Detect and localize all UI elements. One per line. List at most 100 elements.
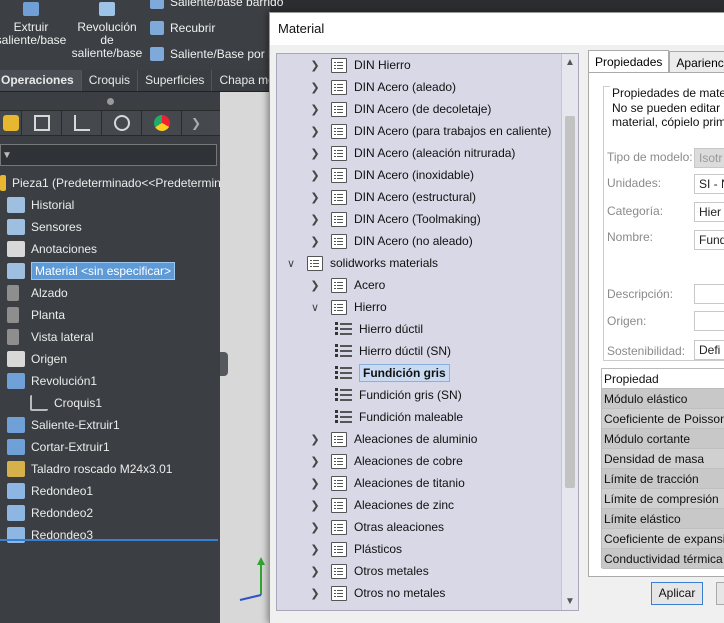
material-category-node[interactable]: ❯ DIN Acero (Toolmaking): [309, 208, 481, 230]
tree-root-part[interactable]: Pieza1 (Predeterminado<<Predetermin: [0, 172, 221, 194]
material-category-node[interactable]: ❯ Acero: [309, 274, 385, 296]
material-category-node[interactable]: ❯ Aleaciones de zinc: [309, 494, 454, 516]
feature-tree-item[interactable]: Alzado: [0, 282, 220, 304]
tree-scrollbar[interactable]: ▲ ▼: [561, 54, 578, 610]
feature-tree-item[interactable]: Anotaciones: [0, 238, 220, 260]
chevron-right-icon[interactable]: ❯: [309, 81, 321, 94]
material-category-node[interactable]: ∨ Hierro: [309, 296, 387, 318]
chevron-right-icon[interactable]: ❯: [309, 191, 321, 204]
material-category-node[interactable]: ❯ DIN Acero (estructural): [309, 186, 476, 208]
material-category-node[interactable]: ❯ Otras aleaciones: [309, 516, 444, 538]
panel-grip[interactable]: [0, 92, 220, 110]
material-node[interactable]: Fundición gris (SN): [335, 384, 462, 406]
chevron-right-icon[interactable]: ❯: [309, 521, 321, 534]
property-table-row[interactable]: Módulo elástico: [602, 389, 724, 409]
material-category-node[interactable]: ❯ DIN Acero (no aleado): [309, 230, 473, 252]
chevron-right-icon[interactable]: ❯: [309, 147, 321, 160]
description-field[interactable]: [694, 284, 724, 304]
chevron-down-icon[interactable]: ∨: [285, 257, 297, 270]
chevron-right-icon[interactable]: ❯: [309, 477, 321, 490]
chevron-right-icon[interactable]: ❯: [309, 565, 321, 578]
feature-tree-item[interactable]: Historial: [0, 194, 220, 216]
tab-properties[interactable]: Propiedades: [588, 50, 670, 73]
material-category-node[interactable]: ❯ DIN Acero (de decoletaje): [309, 98, 491, 120]
scrollbar-thumb[interactable]: [565, 116, 575, 488]
feature-tree-item[interactable]: Sensores: [0, 216, 220, 238]
configuration-manager-tab[interactable]: [62, 111, 102, 135]
material-category-node[interactable]: ❯ DIN Hierro: [309, 54, 411, 76]
chevron-right-icon[interactable]: ❯: [309, 455, 321, 468]
feature-tree-item[interactable]: Cortar-Extruir1: [0, 436, 220, 458]
chevron-right-icon[interactable]: ❯: [309, 499, 321, 512]
tab-appearance[interactable]: Aparienci: [669, 51, 724, 73]
property-table-row[interactable]: Densidad de masa: [602, 449, 724, 469]
sweep-boss-button[interactable]: Saliente/base barrido: [150, 0, 283, 9]
material-node[interactable]: Fundición maleable: [335, 406, 463, 428]
material-category-node[interactable]: ❯ Aleaciones de aluminio: [309, 428, 477, 450]
material-node[interactable]: Fundición gris: [335, 362, 450, 384]
revolve-boss-button[interactable]: Revolución de saliente/base: [70, 2, 144, 60]
feature-tree-item[interactable]: Material <sin especificar>: [0, 260, 220, 282]
chevron-right-icon[interactable]: ❯: [309, 125, 321, 138]
extrude-boss-button[interactable]: Extruir saliente/base: [0, 2, 68, 47]
scroll-down-icon[interactable]: ▼: [562, 593, 578, 610]
property-table-row[interactable]: Módulo cortante: [602, 429, 724, 449]
feature-tree-item[interactable]: Redondeo3: [0, 524, 220, 546]
property-table-row[interactable]: Límite de compresión: [602, 489, 724, 509]
material-category-node[interactable]: ∨ solidworks materials: [285, 252, 438, 274]
loft-button[interactable]: Recubrir: [150, 21, 215, 35]
sustainability-field[interactable]: Defi: [694, 340, 724, 360]
property-table-row[interactable]: Coeficiente de Poisson: [602, 409, 724, 429]
chevron-down-icon[interactable]: ∨: [309, 301, 321, 314]
origin-field[interactable]: [694, 311, 724, 331]
name-field[interactable]: Fund: [694, 230, 724, 250]
feature-tree-item[interactable]: Croquis1: [0, 392, 220, 414]
chevron-right-icon[interactable]: ❯: [309, 169, 321, 182]
chevron-right-icon[interactable]: ❯: [309, 433, 321, 446]
apply-button[interactable]: Aplicar: [651, 582, 703, 605]
material-category-node[interactable]: ❯ DIN Acero (para trabajos en caliente): [309, 120, 551, 142]
chevron-right-icon[interactable]: ❯: [309, 59, 321, 72]
feature-tree-item[interactable]: Redondeo1: [0, 480, 220, 502]
feature-tree-item[interactable]: Vista lateral: [0, 326, 220, 348]
chevron-right-icon[interactable]: ❯: [309, 103, 321, 116]
tab-operaciones[interactable]: Operaciones: [0, 70, 82, 91]
material-category-node[interactable]: ❯ Aleaciones de cobre: [309, 450, 463, 472]
material-library-tree[interactable]: ❯ DIN Hierro ❯ DIN Acero (aleado) ❯ DIN Acero…: [276, 53, 579, 611]
scroll-up-icon[interactable]: ▲: [562, 54, 578, 71]
feature-tree-item[interactable]: Planta: [0, 304, 220, 326]
property-table-row[interactable]: Límite de tracción: [602, 469, 724, 489]
close-button[interactable]: [716, 582, 724, 605]
tree-filter-input[interactable]: ▼: [0, 144, 217, 166]
dimxpert-tab[interactable]: [102, 111, 142, 135]
chevron-right-icon[interactable]: ❯: [309, 279, 321, 292]
chevron-right-icon[interactable]: ❯: [309, 587, 321, 600]
material-node[interactable]: Hierro dúctil (SN): [335, 340, 451, 362]
material-category-node[interactable]: ❯ DIN Acero (aleación nitrurada): [309, 142, 515, 164]
display-manager-tab[interactable]: [142, 111, 182, 135]
property-table-row[interactable]: Conductividad térmica: [602, 549, 724, 569]
feature-manager-tab[interactable]: [0, 111, 22, 135]
feature-tree-item[interactable]: Taladro roscado M24x3.01: [0, 458, 220, 480]
tab-superficies[interactable]: Superficies: [138, 70, 213, 91]
material-category-node[interactable]: ❯ Plásticos: [309, 538, 402, 560]
tab-croquis[interactable]: Croquis: [82, 70, 139, 91]
boundary-boss-button[interactable]: Saliente/Base por l: [150, 47, 271, 61]
feature-tree-item[interactable]: Saliente-Extruir1: [0, 414, 220, 436]
feature-tree-item[interactable]: Origen: [0, 348, 220, 370]
more-tabs-button[interactable]: ❯: [182, 111, 210, 135]
material-node[interactable]: Hierro dúctil: [335, 318, 423, 340]
property-manager-tab[interactable]: [22, 111, 62, 135]
units-select[interactable]: SI - N: [694, 174, 724, 194]
material-category-node[interactable]: ❯ Otros no metales: [309, 582, 445, 604]
property-table-row[interactable]: Coeficiente de expansió: [602, 529, 724, 549]
feature-tree-item[interactable]: Redondeo2: [0, 502, 220, 524]
material-category-node[interactable]: ❯ DIN Acero (inoxidable): [309, 164, 474, 186]
material-category-node[interactable]: ❯ Aleaciones de titanio: [309, 472, 465, 494]
material-category-node[interactable]: ❯ DIN Acero (aleado): [309, 76, 456, 98]
feature-tree-item[interactable]: Revolución1: [0, 370, 220, 392]
chevron-right-icon[interactable]: ❯: [309, 213, 321, 226]
chevron-right-icon[interactable]: ❯: [309, 235, 321, 248]
category-field[interactable]: Hier: [694, 202, 724, 222]
panel-collapse-handle[interactable]: [220, 352, 228, 376]
